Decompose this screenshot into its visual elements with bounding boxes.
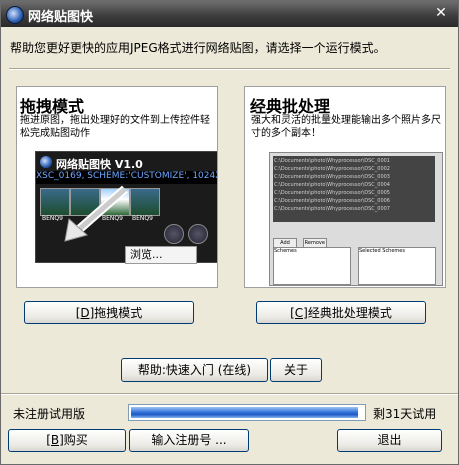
batch-file-line: C:\Documents\photo\Whyprocessor\DSC_0001 xyxy=(274,158,390,164)
buy-button-label: 购买 xyxy=(63,433,88,447)
intro-text: 帮助您更好更快的应用JPEG格式进行网络贴图，请选择一个运行模式。 xyxy=(10,41,386,55)
batch-file-line: C:\Documents\photo\Whyprocessor\DSC_0005 xyxy=(274,190,390,196)
preview-title: 网络贴图快 V1.0 xyxy=(56,158,143,171)
batch-file-line: C:\Documents\photo\Whyprocessor\DSC_0002 xyxy=(274,166,390,172)
close-icon[interactable]: ✕ xyxy=(432,5,450,22)
buy-hotkey: [B] xyxy=(46,433,64,447)
browse-field: 浏览... xyxy=(125,246,197,264)
drag-mode-description: 拖进原图，拖出处理好的文件到上传控件轻松完成贴图动作 xyxy=(20,115,210,139)
title-bar: 网络贴图快 ✕ xyxy=(1,1,458,27)
window-title: 网络贴图快 xyxy=(28,10,94,25)
batch-mode-description: 强大和灵活的批量处理能输出多个照片多尺寸的多个副本！ xyxy=(251,115,441,139)
schemes-box: Schemes xyxy=(273,247,351,285)
quick-start-help-button[interactable]: 帮助:快速入门 (在线) xyxy=(121,358,268,382)
drag-mode-button[interactable]: [D]拖拽模式 xyxy=(24,301,194,324)
batch-mode-button[interactable]: [C]经典批处理模式 xyxy=(256,301,426,324)
batch-mode-button-label: 经典批处理模式 xyxy=(307,306,392,320)
selected-schemes-label: Selected Schemes xyxy=(359,248,405,254)
drag-mode-panel[interactable]: 拖拽模式 拖进原图，拖出处理好的文件到上传控件轻松完成贴图动作 网络贴图快 V1… xyxy=(16,86,218,288)
exit-button[interactable]: 退出 xyxy=(337,429,442,452)
batch-file-line: C:\Documents\photo\Whyprocessor\DSC_0007 xyxy=(274,206,390,212)
schemes-label: Schemes xyxy=(274,248,297,254)
enter-registration-button[interactable]: 输入注册号 ... xyxy=(129,429,249,452)
batch-mode-hotkey: [C] xyxy=(290,306,308,320)
preview-clock-icon xyxy=(164,224,184,244)
buy-button[interactable]: [B]购买 xyxy=(8,429,126,452)
selected-schemes-box: Selected Schemes xyxy=(358,247,436,285)
about-button[interactable]: 关于 xyxy=(270,358,322,382)
divider xyxy=(1,393,458,395)
main-window: 网络贴图快 ✕ 帮助您更好更快的应用JPEG格式进行网络贴图，请选择一个运行模式… xyxy=(0,0,459,465)
divider xyxy=(9,68,450,70)
batch-preview-image: C:\Documents\photo\Whyprocessor\DSC_0001… xyxy=(269,152,443,286)
batch-file-line: C:\Documents\photo\Whyprocessor\DSC_0004 xyxy=(274,182,390,188)
batch-file-line: C:\Documents\photo\Whyprocessor\DSC_0003 xyxy=(274,174,390,180)
app-logo-icon xyxy=(6,6,24,24)
batch-mode-panel[interactable]: 经典批处理 强大和灵活的批量处理能输出多个照片多尺寸的多个副本！ C:\Docu… xyxy=(244,86,446,288)
unregistered-status: 未注册试用版 xyxy=(13,407,86,421)
trial-progress-bar xyxy=(128,404,366,421)
batch-file-list: C:\Documents\photo\Whyprocessor\DSC_0001… xyxy=(273,156,435,222)
trial-remaining: 剩31天试用 xyxy=(373,407,437,421)
batch-buttons: Add Remove xyxy=(273,233,329,248)
batch-file-line: C:\Documents\photo\Whyprocessor\DSC_0006 xyxy=(274,198,390,204)
preview-logo-icon xyxy=(40,156,52,168)
drag-mode-hotkey: [D] xyxy=(75,306,95,320)
preview-clock-icon xyxy=(188,224,208,244)
trial-progress-fill xyxy=(131,407,358,418)
drag-arrow-icon xyxy=(64,185,128,242)
drag-mode-button-label: 拖拽模式 xyxy=(94,306,143,320)
